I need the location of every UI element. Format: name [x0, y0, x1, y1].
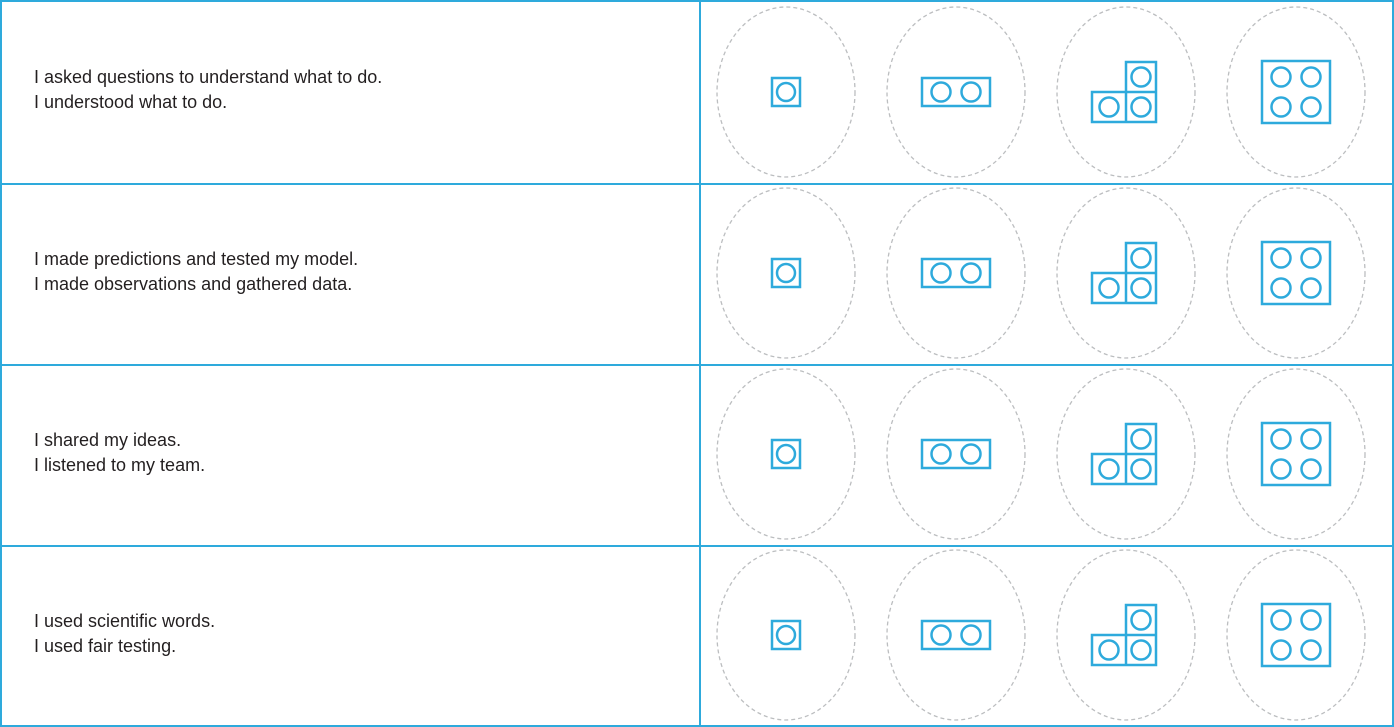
statement-line: I used fair testing.	[34, 636, 177, 656]
brick-1x1-icon	[716, 368, 856, 540]
statement-line: I listened to my team.	[34, 455, 206, 475]
row-divider	[2, 545, 1392, 547]
brick-2x2-icon	[1226, 187, 1366, 359]
rating-option-1[interactable]	[716, 368, 856, 540]
brick-2x2-icon	[1226, 6, 1366, 178]
brick-1x2-icon	[886, 368, 1026, 540]
rating-option-2[interactable]	[886, 187, 1026, 359]
statement-row-1: I asked questions to understand what to …	[34, 65, 674, 115]
statement-line: I made observations and gathered data.	[34, 274, 353, 294]
brick-1x2-icon	[886, 187, 1026, 359]
brick-corner-icon	[1056, 368, 1196, 540]
statement-line: I shared my ideas.	[34, 430, 182, 450]
brick-1x2-icon	[886, 549, 1026, 721]
rating-option-1[interactable]	[716, 6, 856, 178]
brick-1x1-icon	[716, 187, 856, 359]
rating-option-3[interactable]	[1056, 6, 1196, 178]
brick-corner-icon	[1056, 6, 1196, 178]
rating-option-1[interactable]	[716, 549, 856, 721]
rating-option-4[interactable]	[1226, 187, 1366, 359]
statement-row-2: I made predictions and tested my model. …	[34, 247, 674, 297]
statement-row-3: I shared my ideas. I listened to my team…	[34, 428, 674, 478]
row-divider	[2, 364, 1392, 366]
rating-option-3[interactable]	[1056, 549, 1196, 721]
brick-1x1-icon	[716, 6, 856, 178]
rating-option-3[interactable]	[1056, 368, 1196, 540]
brick-2x2-icon	[1226, 368, 1366, 540]
statement-line: I understood what to do.	[34, 92, 228, 112]
statement-line: I asked questions to understand what to …	[34, 67, 383, 87]
rating-option-4[interactable]	[1226, 368, 1366, 540]
rating-option-2[interactable]	[886, 6, 1026, 178]
statement-line: I made predictions and tested my model.	[34, 249, 359, 269]
statement-row-4: I used scientific words. I used fair tes…	[34, 609, 674, 659]
brick-corner-icon	[1056, 187, 1196, 359]
rating-option-4[interactable]	[1226, 549, 1366, 721]
rating-option-3[interactable]	[1056, 187, 1196, 359]
rating-option-2[interactable]	[886, 368, 1026, 540]
brick-corner-icon	[1056, 549, 1196, 721]
statement-line: I used scientific words.	[34, 611, 216, 631]
rating-option-2[interactable]	[886, 549, 1026, 721]
row-divider	[2, 183, 1392, 185]
brick-1x2-icon	[886, 6, 1026, 178]
brick-1x1-icon	[716, 549, 856, 721]
rating-option-4[interactable]	[1226, 6, 1366, 178]
rating-option-1[interactable]	[716, 187, 856, 359]
brick-2x2-icon	[1226, 549, 1366, 721]
